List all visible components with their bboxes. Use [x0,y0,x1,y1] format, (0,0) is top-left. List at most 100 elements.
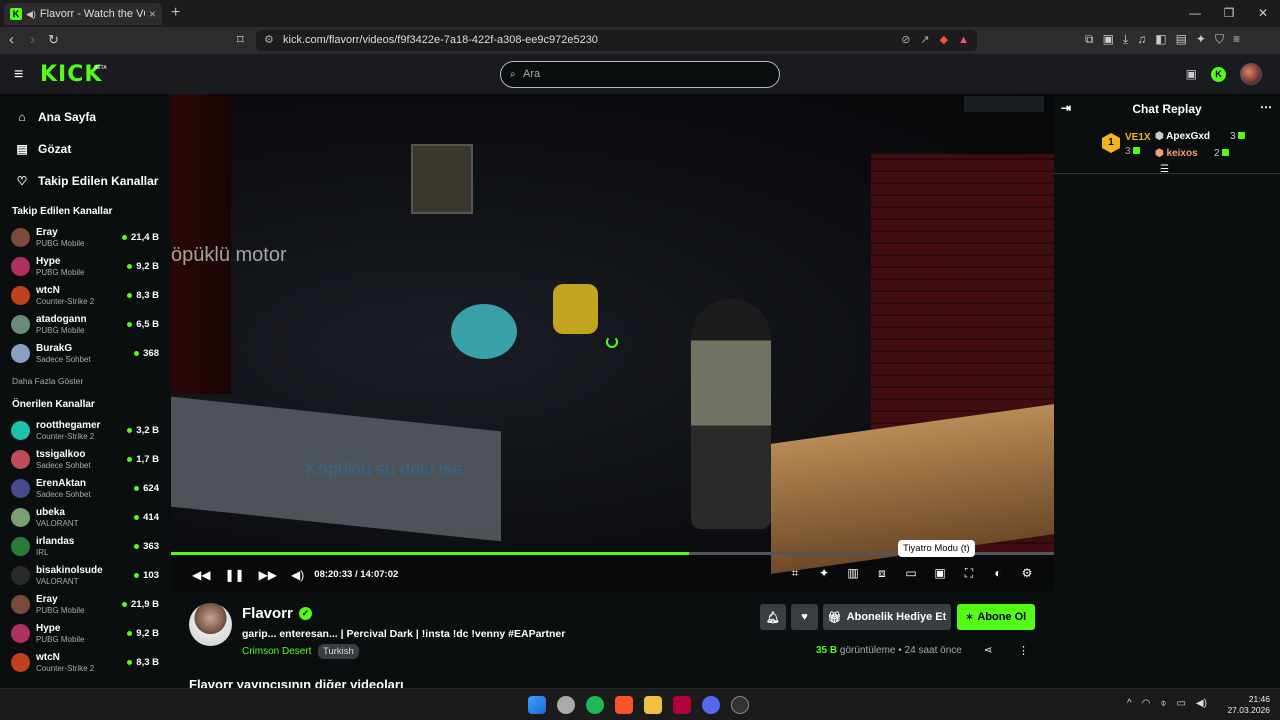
brave-shields-icon[interactable]: ◆ [940,30,948,51]
expand-leaderboard-icon[interactable]: ☰ [1160,164,1169,175]
headset-icon[interactable]: ◠ [1142,698,1151,709]
vpn-icon[interactable]: ⛉ [1215,32,1224,47]
video-player[interactable]: öpüklü motor Köpüklü su dolu ise ◀◀ ❚❚ ▶… [171,94,1054,591]
sidebar-icon[interactable]: ◧ [1155,32,1166,47]
stats-icon[interactable]: ▥ [846,566,860,580]
channel-item[interactable]: tssigalkoo Sadece Sohbet 1,7 B [0,445,171,474]
notification-bell-button[interactable]: 🔔︎ [760,604,786,630]
popout-icon[interactable]: ▭ [904,566,918,580]
nav-home[interactable]: ⌂ Ana Sayfa [0,101,171,133]
channel-item[interactable]: BurakG Sadece Sohbet 368 [0,339,171,368]
search-input[interactable]: ⌕ Ara [500,61,780,88]
extension-icon[interactable]: ⧉ [1085,32,1094,47]
show-more-link[interactable]: Daha Fazla Göster [0,368,171,390]
windows-start-icon[interactable] [528,696,546,714]
leader-second-name[interactable]: ⬢ ApexGxd [1155,131,1210,142]
volume-icon[interactable]: ◀) [291,568,304,582]
channel-item[interactable]: ErenAktan Sadece Sohbet 624 [0,474,171,503]
back-icon[interactable]: ‹ [9,31,14,48]
rewards-icon[interactable]: ▲ [958,30,969,51]
settings-gear-icon[interactable]: ⚙ [1020,566,1034,580]
channel-item[interactable]: wtcN Counter-Strike 2 8,3 B [0,281,171,310]
channel-item[interactable]: Hype PUBG Mobile 9,2 B [0,252,171,281]
channel-item[interactable]: wtcN Counter-Strike 2 8,3 B [0,648,171,677]
chevron-up-icon[interactable]: ^ [1127,698,1132,709]
gift-subscription-button[interactable]: 🎁︎ Abonelik Hediye Et [823,604,951,630]
more-options-icon[interactable]: ⋮ [1018,644,1029,657]
close-tab-icon[interactable]: × [149,7,156,21]
channel-item[interactable]: rootthegamer Counter-Strike 2 3,2 B [0,416,171,445]
screenshot-icon[interactable]: ▣ [1103,32,1114,47]
steam-icon[interactable] [731,696,749,714]
volume-icon[interactable]: ◀) [1196,698,1207,709]
app-icon[interactable] [557,696,575,714]
minimize-icon[interactable]: — [1178,0,1212,27]
channel-item[interactable]: ubeka VALORANT 414 [0,503,171,532]
channel-item[interactable]: atadogann PUBG Mobile 6,5 B [0,310,171,339]
leader-first-name[interactable]: VE1X [1125,132,1151,143]
wallet-icon[interactable]: ▤ [1176,32,1187,47]
reload-icon[interactable]: ↻ [48,32,59,48]
nav-following[interactable]: ♡ Takip Edilen Kanallar [0,165,171,197]
discord-icon[interactable] [702,696,720,714]
channel-item[interactable]: irlandas IRL 363 [0,532,171,561]
collapse-chat-icon[interactable]: ⇥ [1061,101,1071,115]
language-tag[interactable]: Turkish [318,644,359,659]
category-link[interactable]: Crimson Desert [242,646,311,657]
clip-icon[interactable]: ⌗ [788,566,802,580]
forward-icon[interactable]: ▶▶ [259,568,277,582]
mute-icon[interactable]: ⊘ [901,30,910,51]
theater-mode-icon[interactable]: ▣ [933,566,947,580]
download-icon[interactable]: ⤓ [1123,32,1128,47]
live-dot-icon [127,322,133,327]
mic-icon[interactable]: ⌽ [1160,698,1166,709]
user-avatar[interactable] [1240,63,1262,85]
adobe-icon[interactable] [673,696,691,714]
star-icon: ✶ [965,611,974,622]
channel-item[interactable]: bisakinolsude VALORANT 103 [0,561,171,590]
streamer-name[interactable]: Flavorr ✓ [242,605,312,622]
restore-icon[interactable]: ❐ [1212,0,1246,27]
browser-tab[interactable]: K ◀) Flavorr - Watch the VOD on Kick × [4,3,162,25]
channel-item[interactable]: Eray PUBG Mobile 21,9 B [0,590,171,619]
share-icon[interactable]: ⋖ [984,645,992,656]
subscribe-button[interactable]: ✶ Abone Ol [957,604,1035,630]
pause-icon[interactable]: ❚❚ [224,568,244,582]
site-header: ≡ KICK BETA ⌕ Ara ▣ K [0,54,1280,94]
forward-icon[interactable]: › [30,31,35,48]
close-window-icon[interactable]: ✕ [1246,0,1280,27]
pip-icon[interactable]: ⧈ [875,566,889,580]
music-icon[interactable]: ♫ [1137,32,1146,47]
fullscreen-icon[interactable]: ⛶ [962,566,976,580]
streamer-avatar[interactable] [189,603,232,646]
playback-speed-icon[interactable]: ◐ [991,566,1005,580]
viewer-count: 103 [134,570,159,581]
viewer-count-text: 8,3 B [136,657,159,668]
sparkle-icon[interactable]: ✦ [817,566,831,580]
site-settings-icon[interactable]: ⚙ [264,30,274,51]
channel-item[interactable]: Eray PUBG Mobile 21,4 B [0,223,171,252]
follow-heart-button[interactable]: ♥ [791,604,818,630]
rewards-ticket-icon[interactable]: ▣ [1186,67,1197,81]
bookmark-icon[interactable]: ⌑ [237,32,244,48]
more-options-icon[interactable]: ⋯ [1260,100,1272,114]
hamburger-menu-icon[interactable]: ≡ [14,66,23,84]
channel-item[interactable]: Hype PUBG Mobile 9,2 B [0,619,171,648]
kick-points-icon[interactable]: K [1211,66,1226,82]
viewer-count-text: 9,2 B [136,628,159,639]
brave-icon[interactable] [615,696,633,714]
url-field[interactable]: ⚙ kick.com/flavorr/videos/f9f3422e-7a18-… [256,30,977,51]
rewind-icon[interactable]: ◀◀ [192,568,210,582]
nav-browse[interactable]: ▤ Gözat [0,133,171,165]
leader-third-name[interactable]: ⬢ keixos [1155,148,1198,159]
menu-icon[interactable]: ≡ [1233,32,1240,47]
live-dot-icon [127,428,133,433]
share-icon[interactable]: ↗ [920,30,929,51]
clock[interactable]: 21:46 27.03.2026 [1227,694,1270,716]
speaker-icon[interactable]: ◀) [26,9,36,20]
ai-icon[interactable]: ✦ [1196,32,1206,47]
spotify-icon[interactable] [586,696,604,714]
new-tab-icon[interactable]: + [171,4,180,22]
folder-icon[interactable] [644,696,662,714]
display-icon[interactable]: ▭ [1176,698,1185,709]
